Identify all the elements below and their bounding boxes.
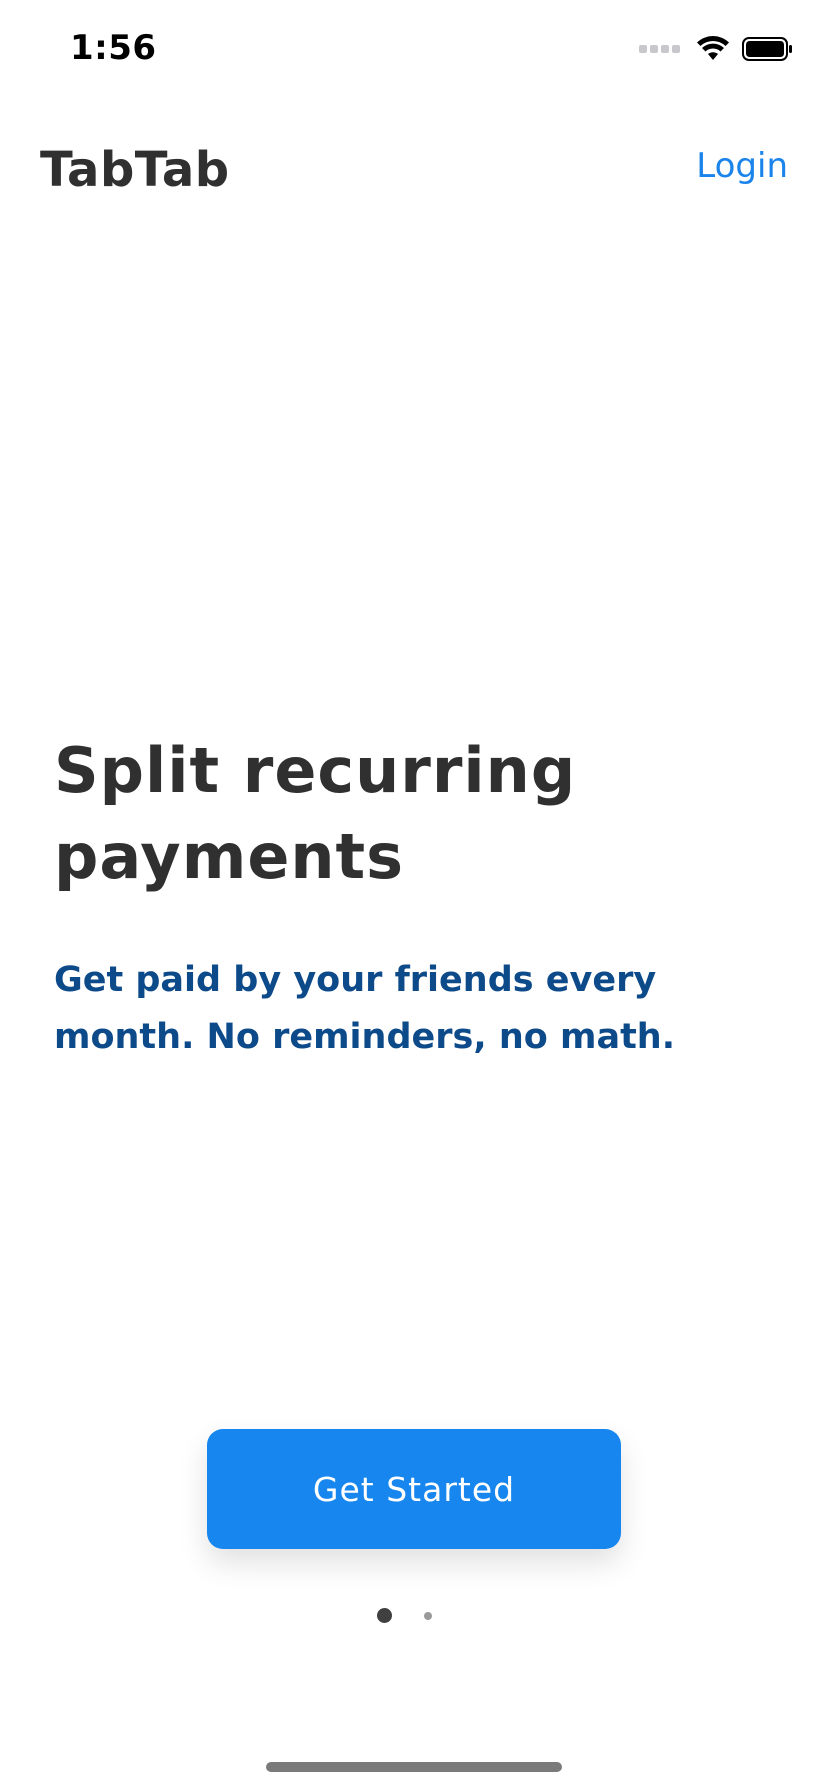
status-time: 1:56 [70, 28, 157, 68]
home-indicator[interactable] [266, 1762, 562, 1772]
page-indicator[interactable] [0, 1608, 828, 1623]
wifi-icon [697, 36, 729, 60]
page-dot[interactable] [423, 1611, 432, 1620]
app-logo-text: TabTab [40, 142, 230, 198]
status-icons [639, 36, 794, 62]
get-started-button[interactable]: Get Started [207, 1429, 621, 1549]
page-dot-active[interactable] [376, 1608, 392, 1623]
cellular-signal-icon [639, 45, 680, 53]
hero-subtitle: Get paid by your friends every month. No… [54, 960, 676, 1057]
hero-title: Split recurring payments [54, 734, 577, 893]
status-bar: 1:56 [0, 0, 828, 100]
login-link[interactable]: Login [696, 146, 788, 186]
battery-icon [742, 37, 792, 61]
